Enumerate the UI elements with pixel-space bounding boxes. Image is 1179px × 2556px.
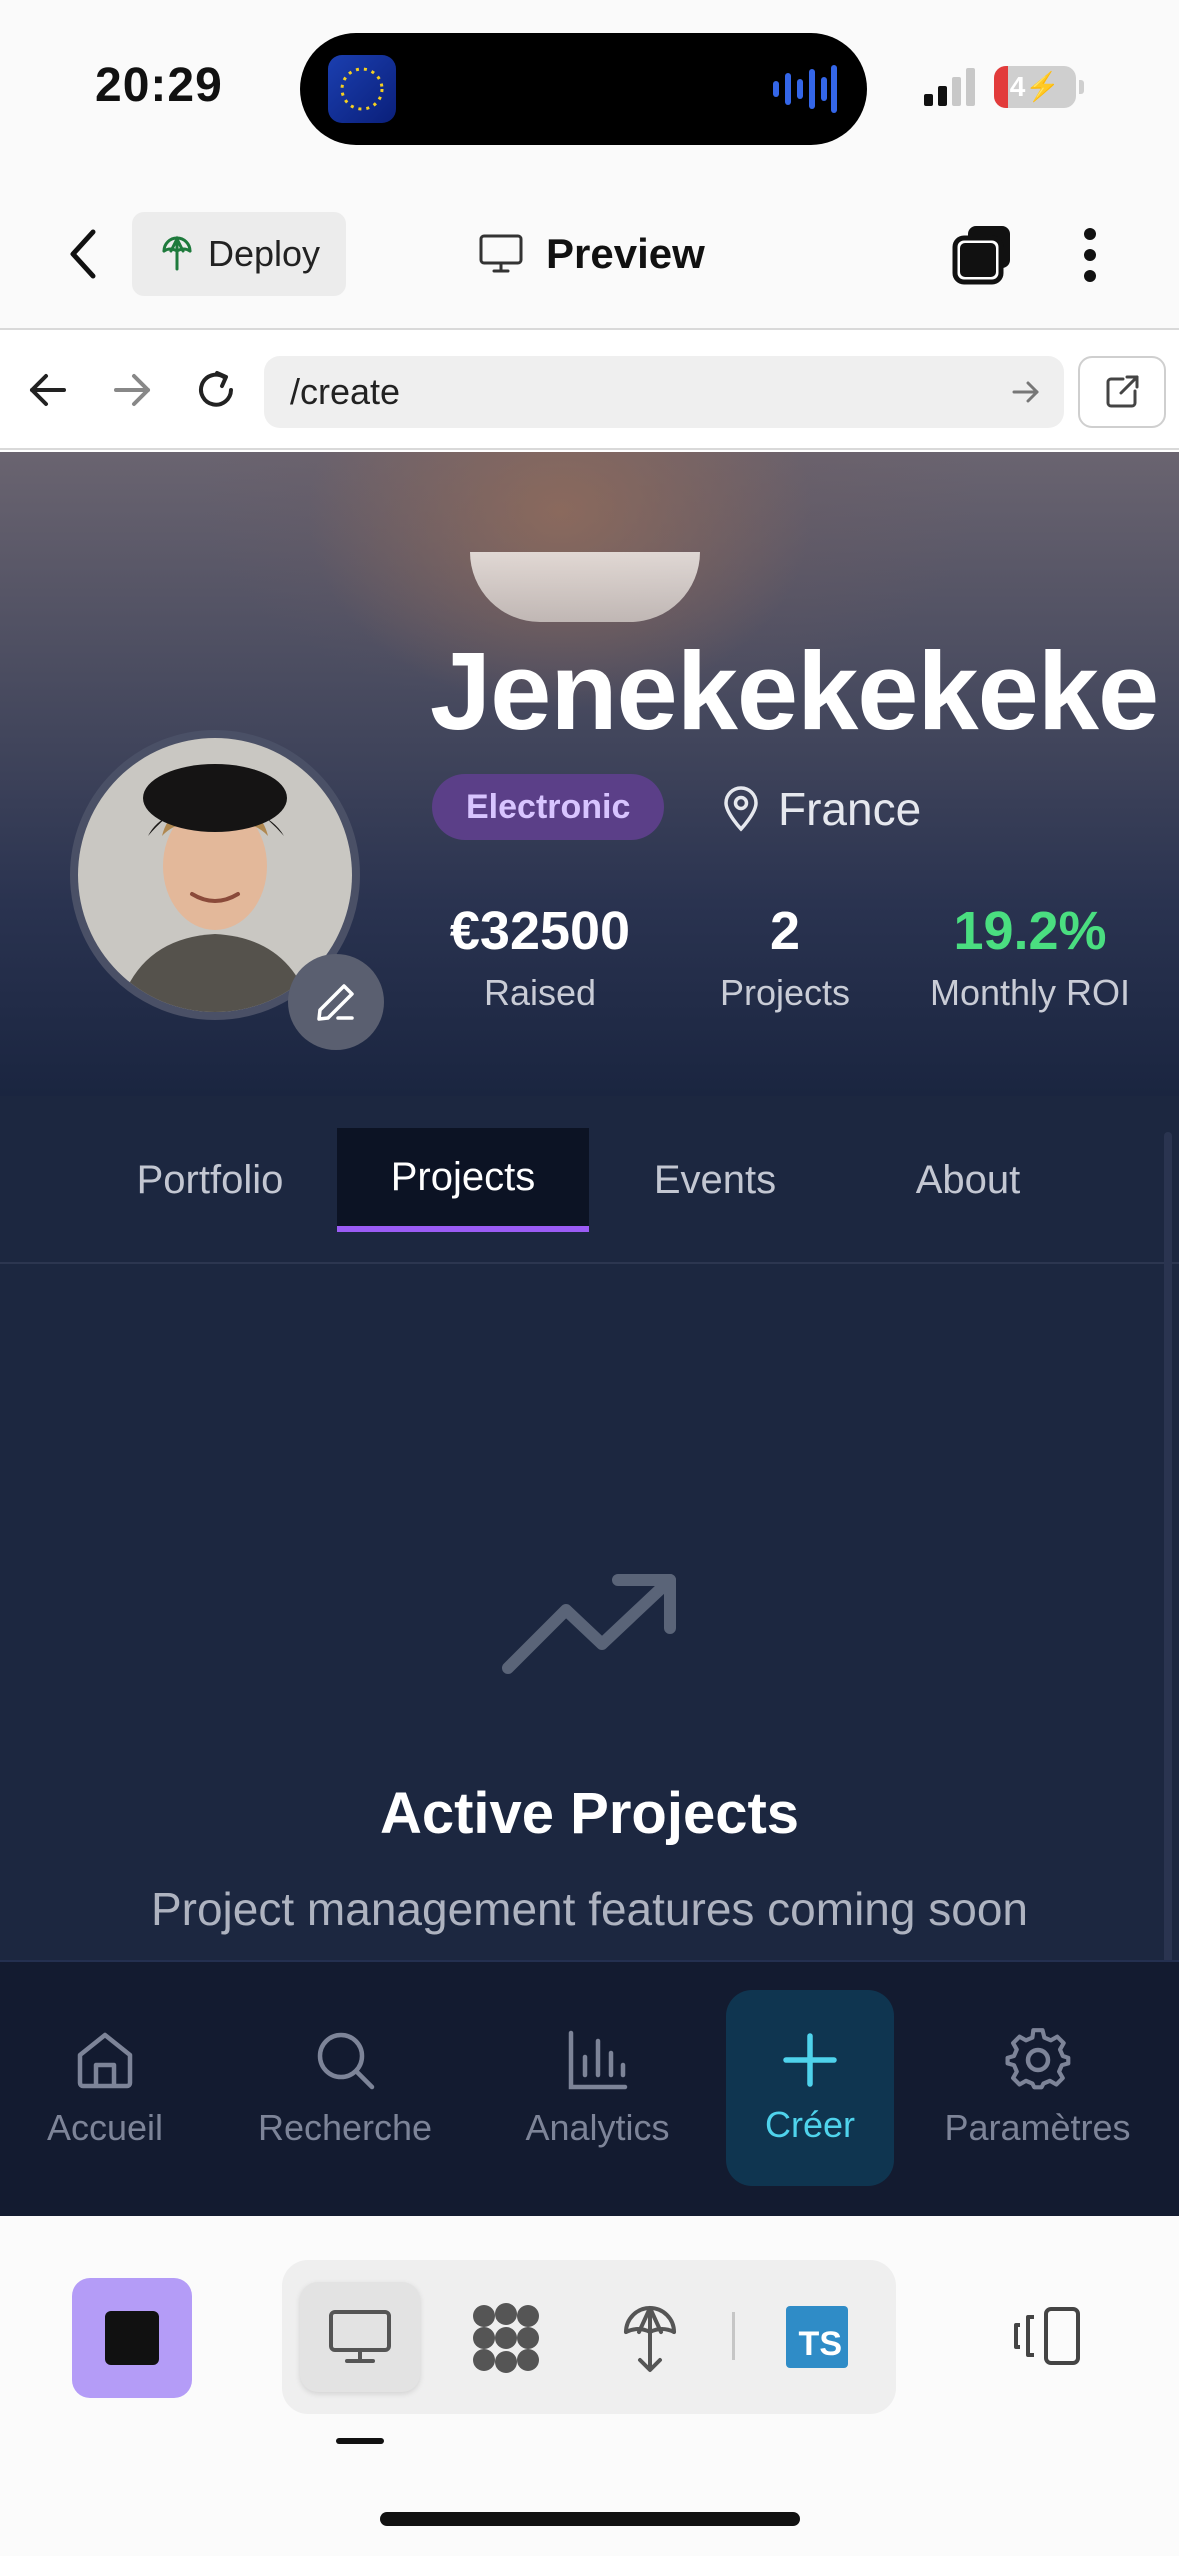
device-frame-button[interactable] [1008,2300,1088,2372]
chevron-left-icon [70,229,96,279]
reload-icon [199,371,233,407]
stop-icon [105,2311,159,2365]
active-view-indicator [336,2438,384,2444]
toolbar-divider [732,2312,735,2360]
url-input[interactable]: /create [264,356,1064,428]
more-options-button[interactable] [1072,222,1108,288]
external-link-icon [1106,375,1139,408]
signal-icon [922,68,978,106]
nav-analytics-label: Analytics [525,2107,670,2148]
stat-raised-value: €32500 [449,901,631,961]
stat-roi-label: Monthly ROI [929,972,1131,1013]
go-arrow-icon[interactable] [1012,380,1040,404]
desktop-view-button[interactable] [300,2282,420,2392]
nav-recherche-label: Recherche [257,2107,433,2148]
location-label: France [778,783,922,835]
deploy-tool-button[interactable] [600,2292,700,2384]
gear-icon [1005,2028,1070,2090]
nav-recherche[interactable]: Recherche [240,1990,450,2186]
back-button[interactable] [58,218,108,290]
tabs-switcher-button[interactable] [950,222,1016,288]
home-indicator [380,2512,800,2526]
nav-parametres-label: Paramètres [944,2107,1131,2148]
nav-creer-label: Créer [764,2104,856,2145]
tab-projects[interactable]: Projects [337,1128,589,1232]
devices-icon [1014,2307,1080,2365]
search-icon [317,2032,375,2090]
url-text: /create [290,371,401,412]
profile-name: Jenekekekeke [430,630,1159,753]
stat-projects-value: 2 [769,901,801,961]
empty-state-subtitle: Project management features coming soon [150,1883,1029,1935]
audio-waveform-icon [770,62,840,116]
deploy-icon [162,235,192,271]
deploy-button[interactable]: Deploy [132,212,346,296]
stat-roi-value: 19.2% [953,901,1107,961]
home-icon [77,2032,133,2089]
edit-avatar-button[interactable] [288,954,384,1050]
tab-about[interactable]: About [870,1128,1066,1232]
bar-chart-icon [568,2030,627,2090]
deploy-label: Deploy [208,233,321,274]
deploy-icon [624,2306,676,2372]
browser-back-button[interactable] [20,362,76,418]
arrow-right-icon [114,374,150,406]
nav-parametres[interactable]: Paramètres [930,1990,1145,2186]
monitor-icon [329,2310,391,2363]
trending-up-icon [496,1570,686,1680]
stat-projects-label: Projects [719,972,851,1013]
tab-events[interactable]: Events [620,1128,810,1232]
banner-photo [470,552,700,622]
nav-analytics[interactable]: Analytics [505,1990,690,2186]
layers-icon [952,226,1010,285]
nav-accueil-label: Accueil [46,2107,164,2148]
typescript-button[interactable]: TS [786,2306,848,2368]
tab-portfolio[interactable]: Portfolio [110,1128,310,1232]
plus-icon [783,2033,837,2087]
monitor-icon [479,234,523,273]
browser-forward-button[interactable] [104,362,160,418]
clock: 20:29 [95,59,223,112]
now-playing-app-icon [328,55,396,123]
pencil-icon [317,984,354,1021]
location: France [722,776,921,842]
web-viewport: Jenekekekeke Electronic France €32500 Ra… [0,452,1179,2216]
preview-tab[interactable]: Preview [478,222,705,286]
grid-blob-icon [473,2303,539,2373]
stop-button[interactable] [72,2278,192,2398]
empty-state-title: Active Projects [379,1781,800,1846]
nav-creer[interactable]: Créer [726,1990,894,2186]
reload-button[interactable] [188,362,244,418]
battery-icon: 4⚡ [994,66,1084,108]
genre-badge: Electronic [432,774,665,840]
map-pin-icon [724,786,758,832]
stat-raised-label: Raised [483,972,597,1013]
arrow-left-icon [30,374,66,406]
nav-accueil[interactable]: Accueil [20,1990,190,2186]
components-button[interactable] [456,2292,556,2384]
open-external-button[interactable] [1078,356,1166,428]
preview-label: Preview [546,230,705,277]
